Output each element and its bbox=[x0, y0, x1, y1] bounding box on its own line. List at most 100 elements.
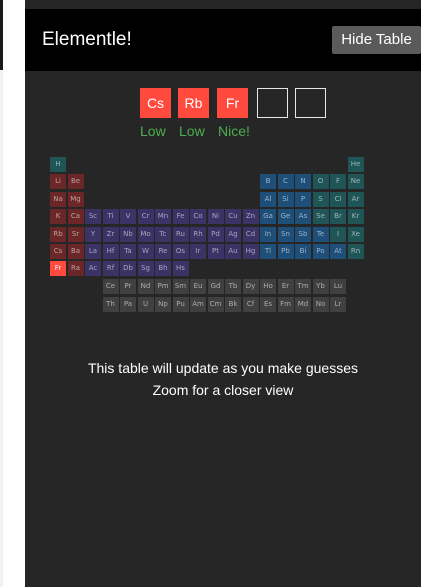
element-cell-nd: Nd bbox=[137, 279, 154, 295]
element-cell-w: W bbox=[137, 244, 154, 259]
guess-slot-3: Fr bbox=[217, 88, 248, 118]
element-cell-ra: Ra bbox=[67, 261, 84, 277]
element-cell-xe: Xe bbox=[347, 226, 364, 242]
element-cell-zr: Zr bbox=[102, 226, 119, 242]
element-cell-si: Si bbox=[277, 191, 294, 207]
element-cell-fe: Fe bbox=[172, 209, 189, 225]
guess-feedback-1: Low bbox=[140, 123, 166, 139]
element-cell-sb: Sb bbox=[295, 226, 311, 242]
element-cell-pd: Pd bbox=[207, 226, 224, 242]
hint-line-1: This table will update as you make guess… bbox=[87, 360, 359, 376]
element-cell-bk: Bk bbox=[225, 296, 241, 312]
element-cell-mg: Mg bbox=[67, 191, 84, 207]
element-cell-po: Po bbox=[312, 244, 329, 259]
element-cell-k: K bbox=[50, 209, 66, 225]
element-cell-cd: Cd bbox=[242, 226, 259, 242]
element-cell-f: F bbox=[330, 174, 346, 190]
element-cell-li: Li bbox=[50, 174, 66, 190]
element-cell-tb: Tb bbox=[225, 279, 241, 295]
element-cell-cs: Cs bbox=[50, 244, 66, 259]
element-cell-dy: Dy bbox=[242, 279, 259, 295]
element-cell-lu: Lu bbox=[330, 279, 346, 295]
element-cell-ba: Ba bbox=[67, 244, 84, 259]
element-cell-ca: Ca bbox=[67, 209, 84, 225]
element-cell-fm: Fm bbox=[277, 296, 294, 312]
element-cell-at: At bbox=[330, 244, 346, 259]
element-cell-u: U bbox=[137, 296, 154, 312]
element-cell-ar: Ar bbox=[347, 191, 364, 207]
element-cell-fr: Fr bbox=[50, 261, 66, 277]
element-cell-rh: Rh bbox=[190, 226, 206, 242]
element-cell-cr: Cr bbox=[137, 209, 154, 225]
element-cell-md: Md bbox=[295, 296, 311, 312]
element-cell-b: B bbox=[260, 174, 276, 190]
element-cell-ti: Ti bbox=[102, 209, 119, 225]
element-cell-sg: Sg bbox=[137, 261, 154, 277]
element-cell-pb: Pb bbox=[277, 244, 294, 259]
element-cell-he: He bbox=[347, 157, 364, 172]
element-cell-pt: Pt bbox=[207, 244, 224, 259]
guess-slot-4 bbox=[257, 88, 288, 118]
element-cell-re: Re bbox=[155, 244, 171, 259]
element-cell-rb: Rb bbox=[50, 226, 66, 242]
hide-table-button[interactable]: Hide Table bbox=[332, 26, 421, 54]
element-cell-co: Co bbox=[190, 209, 206, 225]
app-title: Elementle! bbox=[42, 29, 132, 50]
element-cell-as: As bbox=[295, 209, 311, 225]
element-cell-cf: Cf bbox=[242, 296, 259, 312]
elementle-app: Elementle! Hide Table Cs Rb Fr Low Low N… bbox=[25, 0, 421, 587]
element-cell-cl: Cl bbox=[330, 191, 346, 207]
element-cell-au: Au bbox=[225, 244, 241, 259]
guess-feedback-3: Nice! bbox=[218, 123, 250, 139]
element-cell-la: La bbox=[85, 244, 101, 259]
element-cell-nb: Nb bbox=[120, 226, 136, 242]
element-cell-be: Be bbox=[67, 174, 84, 190]
element-cell-ce: Ce bbox=[102, 279, 119, 295]
element-cell-cu: Cu bbox=[225, 209, 241, 225]
element-cell-br: Br bbox=[330, 209, 346, 225]
element-cell-c: C bbox=[277, 174, 294, 190]
element-cell-ac: Ac bbox=[85, 261, 101, 277]
element-cell-ga: Ga bbox=[260, 209, 276, 225]
element-cell-sc: Sc bbox=[85, 209, 101, 225]
element-cell-bh: Bh bbox=[155, 261, 171, 277]
element-cell-ru: Ru bbox=[172, 226, 189, 242]
element-cell-tm: Tm bbox=[295, 279, 311, 295]
element-cell-bi: Bi bbox=[295, 244, 311, 259]
element-cell-pr: Pr bbox=[120, 279, 136, 295]
element-cell-na: Na bbox=[50, 191, 66, 207]
element-cell-eu: Eu bbox=[190, 279, 206, 295]
element-cell-ne: Ne bbox=[347, 174, 364, 190]
element-cell-n: N bbox=[295, 174, 311, 190]
element-cell-ni: Ni bbox=[207, 209, 224, 225]
element-cell-in: In bbox=[260, 226, 276, 242]
element-cell-sn: Sn bbox=[277, 226, 294, 242]
element-cell-s: S bbox=[312, 191, 329, 207]
element-cell-mo: Mo bbox=[137, 226, 154, 242]
element-cell-cm: Cm bbox=[207, 296, 224, 312]
element-cell-i: I bbox=[330, 226, 346, 242]
element-cell-rf: Rf bbox=[102, 261, 119, 277]
element-cell-ag: Ag bbox=[225, 226, 241, 242]
guess-feedback-2: Low bbox=[179, 123, 205, 139]
element-cell-hg: Hg bbox=[242, 244, 259, 259]
left-edge-dark bbox=[0, 0, 3, 70]
guess-slot-1: Cs bbox=[140, 88, 171, 118]
element-cell-o: O bbox=[312, 174, 329, 190]
element-cell-v: V bbox=[120, 209, 136, 225]
guess-slot-5 bbox=[295, 88, 326, 118]
element-cell-am: Am bbox=[190, 296, 206, 312]
element-cell-ta: Ta bbox=[120, 244, 136, 259]
element-cell-pm: Pm bbox=[155, 279, 171, 295]
element-cell-es: Es bbox=[260, 296, 276, 312]
element-cell-os: Os bbox=[172, 244, 189, 259]
guess-slot-2: Rb bbox=[178, 88, 209, 118]
element-cell-ho: Ho bbox=[260, 279, 276, 295]
element-cell-h: H bbox=[50, 157, 66, 172]
element-cell-np: Np bbox=[155, 296, 171, 312]
element-cell-lr: Lr bbox=[330, 296, 346, 312]
element-cell-hs: Hs bbox=[172, 261, 189, 277]
element-cell-zn: Zn bbox=[242, 209, 259, 225]
element-cell-tc: Tc bbox=[155, 226, 171, 242]
element-cell-se: Se bbox=[312, 209, 329, 225]
